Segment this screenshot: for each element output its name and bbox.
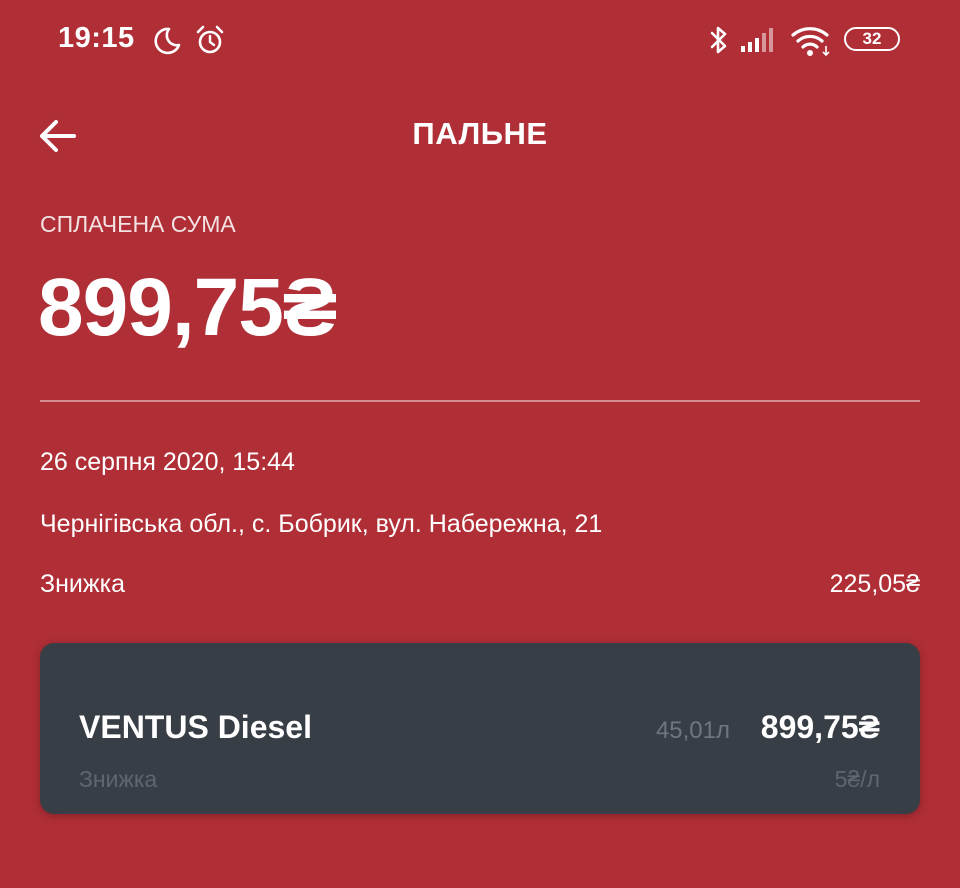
signal-icon	[741, 28, 773, 52]
discount-value: 225,05₴	[829, 570, 920, 598]
bluetooth-icon	[710, 26, 727, 54]
transaction-date: 26 серпня 2020, 15:44	[40, 448, 295, 476]
paid-amount-label: СПЛАЧЕНА СУМА	[40, 211, 236, 237]
moon-icon	[154, 27, 181, 55]
fuel-item-card[interactable]: VENTUS Diesel 45,01л 899,75₴ Знижка 5₴/л	[40, 643, 920, 814]
alarm-icon	[196, 25, 224, 54]
status-bar: 19:15 32	[0, 0, 960, 80]
wifi-icon	[791, 27, 830, 57]
battery-icon: 32	[844, 27, 900, 51]
fuel-discount-value: 5₴/л	[834, 766, 880, 792]
status-time: 19:15	[58, 22, 135, 54]
fuel-volume: 45,01л	[655, 717, 730, 744]
station-address: Чернігівська обл., с. Бобрик, вул. Набер…	[40, 510, 603, 538]
paid-amount: 899,75₴	[38, 262, 337, 353]
battery-level: 32	[862, 29, 882, 48]
discount-label: Знижка	[40, 570, 125, 598]
page-title: ПАЛЬНЕ	[412, 116, 548, 151]
fuel-name: VENTUS Diesel	[79, 709, 312, 745]
fuel-discount-label: Знижка	[79, 766, 158, 792]
fuel-price: 899,75₴	[760, 709, 880, 745]
divider	[40, 400, 920, 402]
